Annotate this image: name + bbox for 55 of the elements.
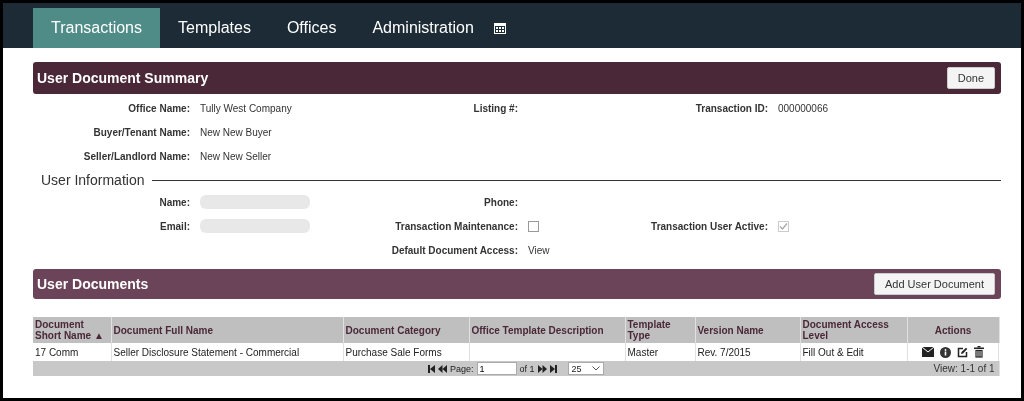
field-label: Office Name: [128,102,190,114]
next-page-icon[interactable] [537,364,547,373]
field-label: Transaction User Active: [651,220,768,232]
table-cell: Purchase Sale Forms [345,346,442,358]
column-header[interactable]: Document Short Name ▲ [33,317,111,343]
info-icon[interactable] [939,346,951,358]
field-label: Buyer/Tenant Name: [93,126,190,138]
column-header[interactable]: Document Category [343,317,469,343]
field-value: 000000066 [778,102,829,114]
field-label: Email: [160,220,190,232]
field-label: Name: [159,196,190,208]
last-page-icon[interactable] [549,364,557,373]
table-cell: Master [627,346,659,358]
field-label: Default Document Access: [391,244,518,256]
column-header[interactable]: Actions [907,317,999,343]
panel-title: User Documents [37,276,149,292]
section-heading: User Information [41,172,145,188]
chevron-down-icon [591,366,600,371]
nav-tab[interactable]: Administration [354,8,492,48]
nav-tab[interactable]: Templates [160,8,269,48]
done-button[interactable]: Done [946,67,995,89]
panel-title: User Document Summary [37,70,209,86]
first-page-icon[interactable] [427,364,435,373]
view-count: View: 1-1 of 1 [933,363,995,374]
page-count: of 1 [519,363,535,374]
column-header[interactable]: Version Name [695,317,800,343]
table-cell: 17 Comm [35,346,79,358]
page-label: Page: [449,363,474,374]
field-label: Seller/Landlord Name: [83,150,190,162]
table-cell: Fill Out & Edit [802,346,864,358]
page-size-select[interactable]: 25 [567,362,604,375]
calendar-icon[interactable] [493,22,506,34]
field-label: Phone: [484,196,518,208]
column-header[interactable]: Template Type [625,317,695,343]
envelope-icon[interactable] [921,347,934,357]
field-label: Transaction ID: [695,102,768,114]
field-label: Transaction Maintenance: [395,220,518,232]
column-header[interactable]: Office Template Description [469,317,625,343]
column-header[interactable]: Document Full Name [111,317,343,343]
field-value: View [528,244,550,256]
column-header[interactable]: Document Access Level [800,317,907,343]
checkbox[interactable] [528,220,539,232]
edit-icon[interactable] [956,346,968,358]
nav-tab[interactable]: Offices [268,8,355,48]
table-cell: Seller Disclosure Statement - Commercial [113,346,300,358]
table-cell: Rev. 7/2015 [697,346,751,358]
field-value: Tully West Company [200,102,292,114]
field-value: New New Buyer [200,126,272,138]
add-user-document-button[interactable]: Add User Document [873,273,995,295]
previous-page-icon[interactable] [437,364,447,373]
trash-icon[interactable] [973,346,984,358]
nav-tab[interactable]: Transactions [33,8,160,48]
field-label: Listing #: [473,102,518,114]
field-value: New New Seller [200,150,272,162]
page-input[interactable]: 1 [476,362,517,375]
